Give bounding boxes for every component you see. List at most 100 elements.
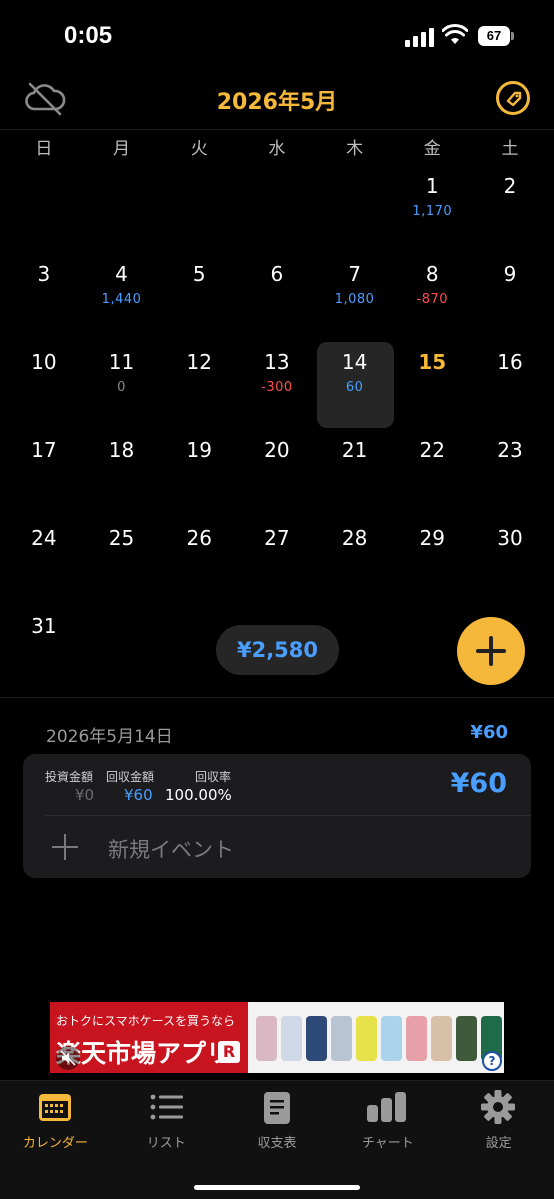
plus-icon[interactable]: [52, 834, 78, 860]
day-number: 18: [108, 438, 135, 462]
gear-icon: [481, 1090, 516, 1124]
calendar-day[interactable]: 30: [471, 518, 549, 606]
ad-info-icon[interactable]: ?: [482, 1051, 502, 1071]
calendar-day[interactable]: 20: [238, 430, 316, 518]
invest-label: 投資金額: [45, 770, 94, 784]
tab-list[interactable]: リスト: [111, 1081, 222, 1199]
add-event-button[interactable]: [457, 617, 525, 685]
ad-banner[interactable]: おトクにスマホケースを買うなら 楽天市場アプリ R ?: [50, 1002, 504, 1073]
calendar-day[interactable]: 25: [83, 518, 161, 606]
weekday-label: 木: [346, 139, 364, 159]
calendar-week: 1 1,170 2: [5, 166, 549, 254]
calendar-day[interactable]: 8 -870: [393, 254, 471, 342]
tab-label: 収支表: [257, 1136, 297, 1151]
weekday-label: 日: [35, 139, 53, 159]
calendar-day[interactable]: 19: [160, 430, 238, 518]
tab-label: カレンダー: [22, 1136, 88, 1151]
day-number: 14: [341, 350, 368, 374]
calendar-empty-cell: [83, 606, 161, 694]
day-number: 8: [425, 262, 439, 286]
day-number: 1: [425, 174, 439, 198]
calendar-day[interactable]: 16: [471, 342, 549, 430]
day-number: 26: [186, 526, 212, 550]
battery-icon: 67: [478, 26, 514, 46]
day-amount: 1,440: [101, 292, 142, 307]
tag-button[interactable]: [496, 81, 530, 115]
weekday-label: 土: [501, 139, 519, 159]
tab-settings[interactable]: 設定: [443, 1081, 554, 1199]
tab-bar: カレンダー リスト 収支表 チャート 設定: [0, 1080, 554, 1199]
calendar-day[interactable]: 4 1,440: [83, 254, 161, 342]
return-value: ¥60: [124, 786, 153, 804]
calendar-day[interactable]: 29: [393, 518, 471, 606]
calendar-day[interactable]: 15: [393, 342, 471, 430]
calendar-day[interactable]: 5: [160, 254, 238, 342]
calendar-day[interactable]: 2: [471, 166, 549, 254]
calendar-day[interactable]: 17: [5, 430, 83, 518]
document-icon: [263, 1092, 290, 1124]
calendar-day[interactable]: 11 0: [83, 342, 161, 430]
calendar-empty-cell: [238, 166, 316, 254]
tab-calendar[interactable]: カレンダー: [0, 1081, 111, 1199]
calendar-day[interactable]: 24: [5, 518, 83, 606]
ad-logo-badge: R: [218, 1041, 240, 1063]
calendar-day[interactable]: 7 1,080: [316, 254, 394, 342]
calendar-empty-cell: [316, 166, 394, 254]
ad-red-panel: おトクにスマホケースを買うなら 楽天市場アプリ R: [50, 1002, 248, 1073]
day-number: 12: [186, 350, 212, 374]
month-title[interactable]: 2026年5月: [0, 84, 554, 116]
tag-icon: [506, 91, 522, 107]
calendar-day[interactable]: 21: [316, 430, 394, 518]
day-number: 25: [108, 526, 135, 550]
calendar-day[interactable]: 31: [5, 606, 83, 694]
tab-ledger[interactable]: 収支表: [222, 1081, 333, 1199]
weekday-label: 火: [190, 139, 208, 159]
calendar-day[interactable]: 26: [160, 518, 238, 606]
day-number: 7: [348, 262, 361, 286]
calendar-day[interactable]: 23: [471, 430, 549, 518]
mute-icon[interactable]: [56, 1046, 80, 1070]
day-number: 3: [37, 262, 51, 286]
calendar-day[interactable]: 3: [5, 254, 83, 342]
card-divider: [45, 815, 531, 816]
calendar-day[interactable]: 13 -300: [238, 342, 316, 430]
day-amount: 1,170: [412, 204, 453, 219]
calendar-week: 10 11 0 12 13 -300 14 60 15 16: [5, 342, 549, 430]
calendar-day[interactable]: 10: [5, 342, 83, 430]
day-number: 13: [264, 350, 290, 374]
calendar-day[interactable]: 27: [238, 518, 316, 606]
event-card[interactable]: 投資金額 回収金額 回収率 ¥0 ¥60 100.00% ¥60 新規イベント: [23, 754, 531, 878]
day-amount: 0: [117, 380, 126, 395]
battery-level: 67: [478, 26, 510, 46]
home-indicator: [194, 1185, 360, 1190]
cellular-signal-icon: [405, 27, 435, 47]
selected-date-label: 2026年5月14日: [46, 727, 173, 747]
day-number: 16: [497, 350, 523, 374]
day-number: 10: [31, 350, 57, 374]
day-number: 21: [341, 438, 368, 462]
tab-label: チャート: [361, 1136, 414, 1151]
calendar-day[interactable]: 6: [238, 254, 316, 342]
day-number: 23: [497, 438, 523, 462]
calendar-day[interactable]: 22: [393, 430, 471, 518]
ad-tagline: おトクにスマホケースを買うなら: [56, 1014, 236, 1028]
new-event-button[interactable]: 新規イベント: [108, 834, 234, 864]
month-total-badge[interactable]: ¥2,580: [216, 625, 339, 675]
list-icon: [150, 1094, 183, 1120]
calendar-day[interactable]: 14 60: [316, 342, 394, 430]
calendar-day[interactable]: 28: [316, 518, 394, 606]
wifi-icon: [442, 24, 468, 44]
calendar-day[interactable]: 1 1,170: [393, 166, 471, 254]
divider: [0, 697, 554, 698]
day-number: 15: [418, 350, 447, 374]
day-number: 29: [419, 526, 445, 550]
calendar-empty-cell: [83, 166, 161, 254]
app-header: 2026年5月: [0, 70, 554, 130]
tab-chart[interactable]: チャート: [332, 1081, 443, 1199]
day-number: 27: [264, 526, 290, 550]
bar-chart-icon: [367, 1092, 407, 1122]
calendar-day[interactable]: 18: [83, 430, 161, 518]
selected-day-total: ¥60: [470, 722, 508, 743]
calendar-day[interactable]: 12: [160, 342, 238, 430]
calendar-day[interactable]: 9: [471, 254, 549, 342]
